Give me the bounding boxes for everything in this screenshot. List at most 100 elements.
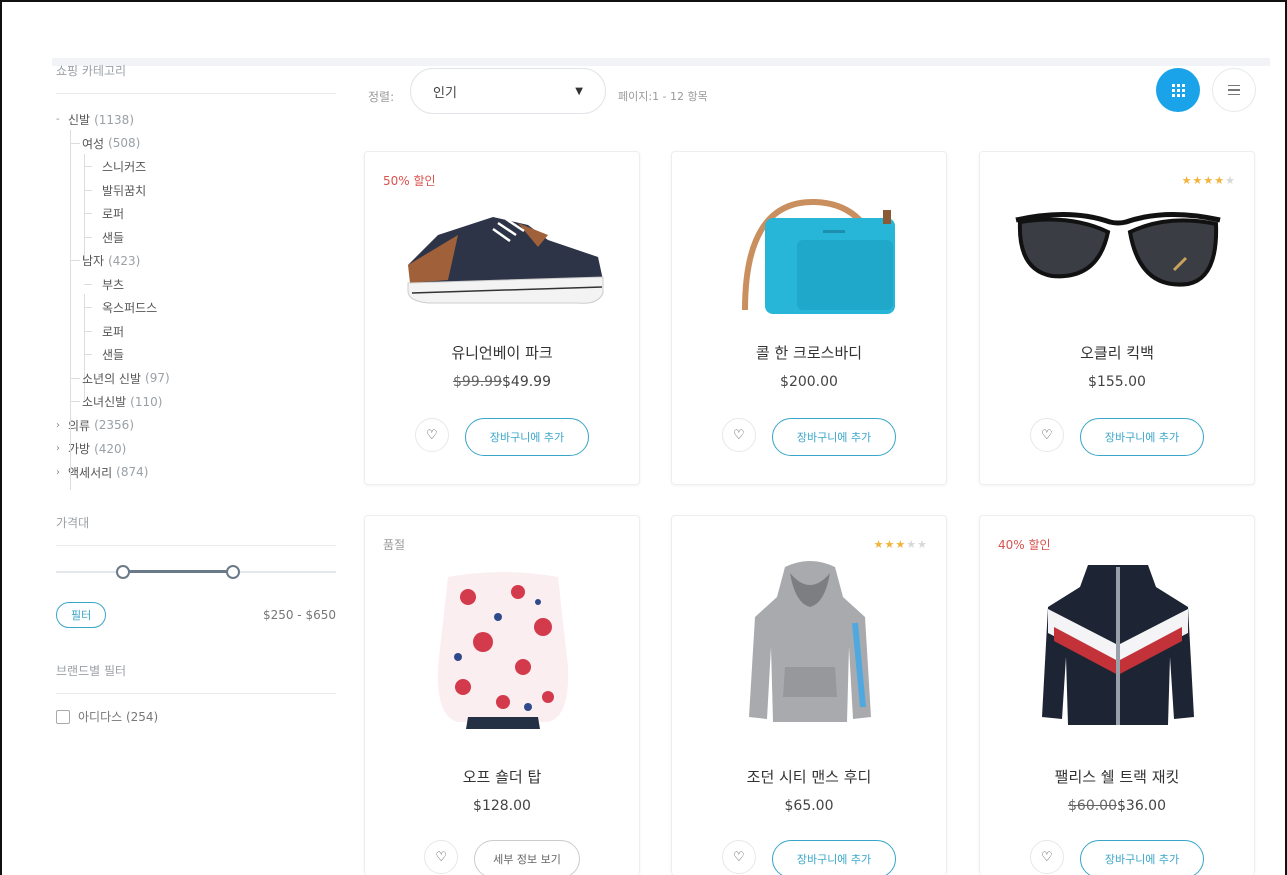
- star-icon: ★: [1203, 174, 1215, 187]
- product-image[interactable]: [395, 190, 611, 320]
- sort-select[interactable]: 인기 ▼: [410, 68, 606, 114]
- category-label: 소녀신발: [82, 395, 127, 410]
- product-name[interactable]: 조던 시티 맨스 후디: [672, 766, 946, 787]
- filter-button[interactable]: 필터: [56, 602, 107, 628]
- sort-value: 인기: [433, 85, 457, 101]
- product-actions: ♡ 장바구니에 추가: [980, 418, 1254, 456]
- category-loafers-men[interactable]: 로퍼: [56, 320, 336, 344]
- category-boots[interactable]: 부츠: [56, 273, 336, 297]
- product-image[interactable]: [395, 558, 611, 729]
- heart-icon: ♡: [1041, 427, 1053, 443]
- category-bags[interactable]: › 가방 (420): [56, 437, 336, 461]
- sidebar: 쇼핑 카테고리 - 신발 (1138) 여성 (508) 스니커즈 발뒤꿈치 로…: [56, 62, 336, 725]
- category-clothing[interactable]: › 의류 (2356): [56, 414, 336, 438]
- category-accessories[interactable]: › 액세서리 (874): [56, 461, 336, 485]
- wishlist-button[interactable]: ♡: [1029, 840, 1064, 874]
- product-name[interactable]: 콜 한 크로스바디: [672, 342, 946, 363]
- product-card[interactable]: 콜 한 크로스바디 $200.00 ♡ 장바구니에 추가: [671, 151, 947, 485]
- category-heels[interactable]: 발뒤꿈치: [56, 179, 336, 203]
- product-image[interactable]: [1010, 558, 1226, 728]
- price-slider[interactable]: [56, 560, 336, 584]
- sunglasses-image: [1015, 212, 1221, 287]
- product-card[interactable]: 50% 할인 유니언베이 파크 $99.99$49.99 ♡ 장바구니에 추가: [364, 151, 640, 485]
- category-label: 소년의 신발: [82, 371, 142, 386]
- grid-icon: [1171, 83, 1185, 97]
- caret-down-icon: ▼: [575, 85, 583, 97]
- view-details-button[interactable]: 세부 정보 보기: [474, 840, 580, 875]
- product-card[interactable]: ★★★★★ 조던 시티 맨스 후디 $65.00 ♡ 장바구니에 추가: [671, 515, 947, 875]
- category-tree: - 신발 (1138) 여성 (508) 스니커즈 발뒤꿈치 로퍼 샌들 남자 …: [56, 108, 336, 490]
- wishlist-button[interactable]: ♡: [721, 418, 756, 452]
- category-women[interactable]: 여성 (508): [56, 132, 336, 156]
- category-label: 샌들: [102, 230, 125, 245]
- category-men[interactable]: 남자 (423): [56, 249, 336, 273]
- category-girls-shoes[interactable]: 소녀신발 (110): [56, 390, 336, 414]
- category-loafers-women[interactable]: 로퍼: [56, 202, 336, 226]
- category-count: (508): [108, 136, 141, 151]
- off-shoulder-top-image: [437, 572, 569, 729]
- grid-view-button[interactable]: [1156, 68, 1200, 112]
- product-name[interactable]: 유니언베이 파크: [365, 342, 639, 363]
- category-label: 의류: [68, 418, 91, 433]
- sale-price: $36.00: [1117, 798, 1166, 814]
- star-icon: ★: [895, 538, 907, 551]
- slider-min-handle[interactable]: [116, 565, 130, 579]
- hoodie-image: [749, 561, 871, 722]
- category-label: 샌들: [102, 348, 125, 363]
- pagination-info: 페이지:1 - 12 항목: [618, 90, 708, 103]
- product-name[interactable]: 오프 숄더 탑: [365, 766, 639, 787]
- list-view-button[interactable]: [1212, 68, 1256, 112]
- product-image[interactable]: [702, 558, 918, 728]
- wishlist-button[interactable]: ♡: [414, 418, 449, 452]
- brand-option[interactable]: 아디다스 (254): [56, 708, 336, 725]
- wishlist-button[interactable]: ♡: [424, 840, 459, 874]
- category-label: 옥스퍼드스: [102, 301, 158, 316]
- add-to-cart-button[interactable]: 장바구니에 추가: [1079, 840, 1205, 875]
- product-card[interactable]: 품절 오프 숄더 탑 $128.00 ♡ 세부 정보 보기: [364, 515, 640, 875]
- product-price: $99.99$49.99: [365, 374, 639, 390]
- filter-row: 필터 $250 - $650: [56, 602, 336, 628]
- add-to-cart-button[interactable]: 장바구니에 추가: [771, 418, 897, 456]
- expand-caret-icon[interactable]: ›: [56, 467, 68, 478]
- product-price: $155.00: [1088, 374, 1146, 390]
- product-image[interactable]: [702, 190, 918, 320]
- category-sandals-women[interactable]: 샌들: [56, 226, 336, 250]
- category-count: (1138): [94, 112, 134, 127]
- wishlist-button[interactable]: ♡: [1029, 418, 1064, 452]
- rating-stars: ★★★★★: [874, 538, 928, 551]
- star-icon: ★: [917, 538, 928, 551]
- add-to-cart-button[interactable]: 장바구니에 추가: [464, 418, 590, 456]
- category-sneakers[interactable]: 스니커즈: [56, 155, 336, 179]
- product-card[interactable]: 40% 할인 팰리스 쉘 트랙 재킷 $60.00$36.00 ♡ 장바구니에 …: [979, 515, 1255, 875]
- discount-badge: 50% 할인: [383, 174, 436, 188]
- star-icon: ★: [884, 538, 896, 551]
- star-icon: ★: [906, 538, 918, 551]
- category-count: (97): [145, 371, 170, 386]
- star-icon: ★: [1225, 174, 1236, 187]
- category-label: 스니커즈: [102, 160, 147, 175]
- category-boys-shoes[interactable]: 소년의 신발 (97): [56, 367, 336, 391]
- price-range-title: 가격대: [56, 514, 336, 546]
- expand-caret-icon[interactable]: ›: [56, 420, 68, 431]
- product-image[interactable]: [1010, 190, 1226, 320]
- product-price: $60.00$36.00: [980, 798, 1254, 814]
- category-shoes[interactable]: - 신발 (1138): [56, 108, 336, 132]
- expand-caret-icon[interactable]: ›: [56, 443, 68, 454]
- category-label: 신발: [68, 113, 91, 128]
- product-card[interactable]: ★★★★★ 오클리 킥백 $155.00 ♡ 장바구니에 추가: [979, 151, 1255, 485]
- sneaker-image: [407, 217, 604, 304]
- slider-max-handle[interactable]: [226, 565, 240, 579]
- category-count: (874): [116, 465, 149, 480]
- collapse-caret-icon[interactable]: -: [56, 114, 68, 125]
- category-count: (423): [108, 253, 141, 268]
- star-icon: ★: [1214, 174, 1226, 187]
- wishlist-button[interactable]: ♡: [721, 840, 756, 874]
- product-actions: ♡ 장바구니에 추가: [365, 418, 639, 456]
- product-name[interactable]: 팰리스 쉘 트랙 재킷: [980, 766, 1254, 787]
- brand-checkbox[interactable]: [56, 709, 70, 724]
- add-to-cart-button[interactable]: 장바구니에 추가: [771, 840, 897, 875]
- add-to-cart-button[interactable]: 장바구니에 추가: [1079, 418, 1205, 456]
- category-sandals-men[interactable]: 샌들: [56, 343, 336, 367]
- category-oxfords[interactable]: 옥스퍼드스: [56, 296, 336, 320]
- product-name[interactable]: 오클리 킥백: [980, 342, 1254, 363]
